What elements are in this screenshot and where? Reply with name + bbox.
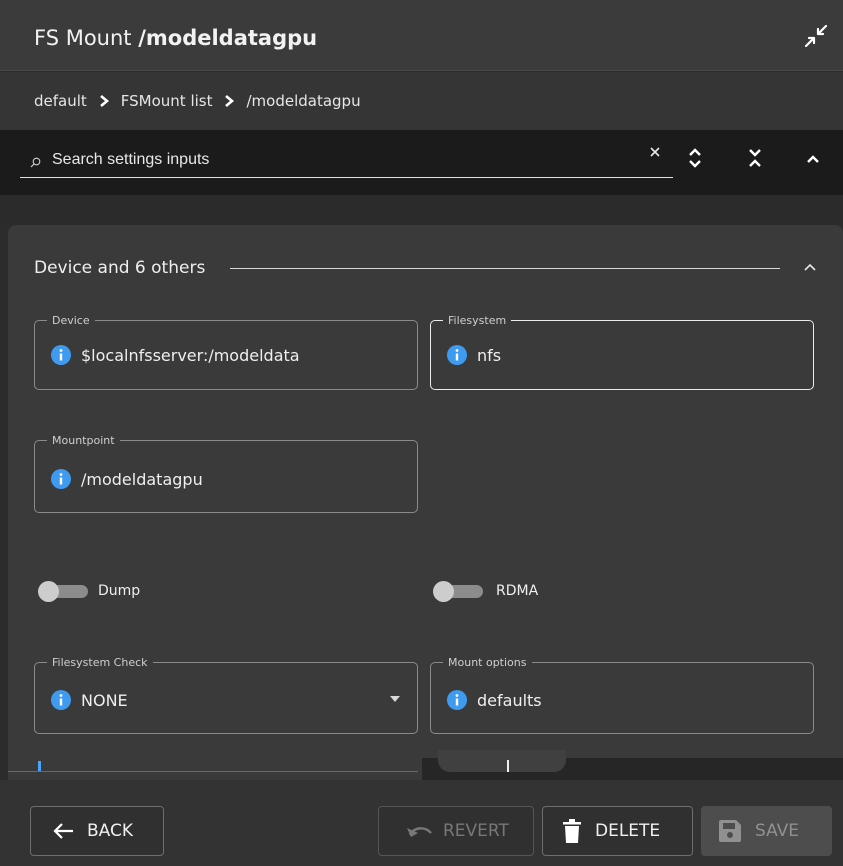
- dump-toggle[interactable]: [38, 581, 94, 602]
- rdma-toggle[interactable]: [433, 581, 489, 602]
- arrow-left-icon: [53, 823, 73, 839]
- close-icon[interactable]: [648, 145, 662, 159]
- undo-icon: [407, 827, 432, 837]
- back-button[interactable]: BACK: [30, 806, 164, 856]
- filesystem-value: nfs: [477, 346, 502, 365]
- dump-toggle-knob: [38, 581, 59, 602]
- collapse-all-icon[interactable]: [747, 147, 763, 169]
- chevron-up-icon[interactable]: [805, 147, 821, 169]
- filesystem-check-label: Filesystem Check: [47, 656, 153, 669]
- breadcrumb-item-fsmount-list[interactable]: FSMount list: [121, 92, 213, 110]
- device-label: Device: [47, 314, 95, 327]
- revert-button[interactable]: REVERT: [378, 806, 534, 856]
- chevron-right-icon: [225, 95, 235, 107]
- dropdown-arrow-icon[interactable]: [389, 695, 401, 703]
- delete-label: DELETE: [595, 821, 661, 841]
- rdma-label: RDMA: [496, 583, 539, 599]
- section-divider: [230, 268, 780, 269]
- info-icon: [51, 345, 71, 365]
- chevron-right-icon: [99, 95, 109, 107]
- page-title-name: /modeldatagpu: [138, 26, 318, 50]
- info-icon: [51, 690, 71, 710]
- chevron-up-icon[interactable]: [803, 262, 817, 272]
- filesystem-check-select[interactable]: Filesystem Check NONE: [34, 656, 418, 734]
- mountpoint-value: /modeldatagpu: [81, 470, 203, 489]
- filesystem-check-value: NONE: [81, 691, 128, 710]
- collapse-arrows-icon[interactable]: [805, 25, 827, 47]
- breadcrumb-item-default[interactable]: default: [34, 92, 87, 110]
- trash-icon: [563, 819, 581, 843]
- info-icon: [447, 345, 467, 365]
- partial-tab-indicator: [507, 760, 509, 772]
- partial-field-border: [8, 771, 418, 772]
- mount-options-label: Mount options: [443, 656, 532, 669]
- back-label: BACK: [87, 821, 134, 841]
- mount-options-field[interactable]: Mount options defaults: [430, 656, 814, 734]
- floppy-disk-icon: [719, 820, 741, 842]
- save-button[interactable]: SAVE: [701, 806, 832, 856]
- title-bar: FS Mount /modeldatagpu: [0, 0, 843, 71]
- settings-search-bar: [0, 130, 843, 195]
- mountpoint-field[interactable]: Mountpoint /modeldatagpu: [34, 434, 418, 513]
- filesystem-label: Filesystem: [443, 314, 512, 327]
- breadcrumb: default FSMount list /modeldatagpu: [0, 72, 843, 130]
- mountpoint-label: Mountpoint: [47, 434, 120, 447]
- breadcrumb-item-current: /modeldatagpu: [246, 92, 361, 110]
- search-icon: [30, 157, 41, 168]
- partial-tab: [438, 750, 566, 772]
- revert-label: REVERT: [443, 821, 509, 841]
- dump-label: Dump: [98, 583, 141, 599]
- delete-button[interactable]: DELETE: [542, 806, 693, 856]
- device-value: $localnfsserver:/modeldata: [81, 346, 300, 365]
- search-field: [20, 142, 673, 178]
- info-icon: [447, 690, 467, 710]
- save-label: SAVE: [755, 821, 800, 841]
- section-title[interactable]: Device and 6 others: [34, 258, 205, 278]
- spacer: [0, 195, 843, 225]
- partial-field-marker: [38, 761, 41, 771]
- expand-all-icon[interactable]: [687, 147, 703, 169]
- filesystem-field[interactable]: Filesystem nfs: [430, 314, 814, 390]
- mount-options-value: defaults: [477, 691, 542, 710]
- device-field[interactable]: Device $localnfsserver:/modeldata: [34, 314, 418, 390]
- rdma-toggle-knob: [433, 581, 454, 602]
- search-input[interactable]: [52, 148, 632, 172]
- page-title-prefix: FS Mount: [34, 26, 139, 50]
- page-title: FS Mount /modeldatagpu: [34, 26, 317, 50]
- info-icon: [51, 469, 71, 489]
